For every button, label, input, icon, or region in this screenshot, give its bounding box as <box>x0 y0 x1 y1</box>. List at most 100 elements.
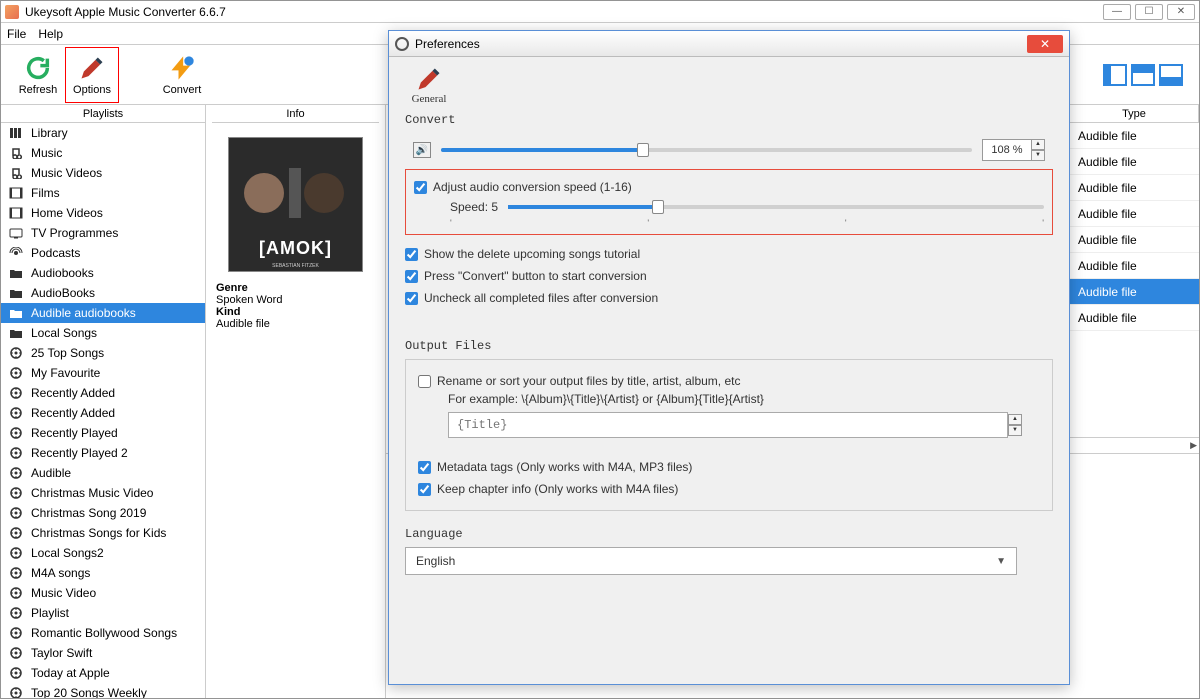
sidebar-item-label: Romantic Bollywood Songs <box>31 626 177 640</box>
table-row[interactable]: Audible file <box>1070 253 1199 279</box>
preferences-close-button[interactable]: ✕ <box>1027 35 1063 53</box>
sidebar-item-label: Music <box>31 146 62 160</box>
gear-icon <box>9 427 23 439</box>
sidebar-item[interactable]: Recently Played <box>1 423 205 443</box>
volume-percentage[interactable]: 108 % <box>982 139 1032 161</box>
gear-icon <box>9 407 23 419</box>
sidebar-item[interactable]: Romantic Bollywood Songs <box>1 623 205 643</box>
sidebar-item[interactable]: Music Videos <box>1 163 205 183</box>
table-row[interactable]: Audible file <box>1070 305 1199 331</box>
table-row[interactable]: Audible file <box>1070 227 1199 253</box>
scroll-right-icon[interactable]: ▶ <box>1190 440 1197 451</box>
sidebar-item[interactable]: Music Video <box>1 583 205 603</box>
press-convert-checkbox[interactable] <box>405 270 418 283</box>
options-button[interactable]: Options <box>65 47 119 103</box>
uncheck-completed-checkbox[interactable] <box>405 292 418 305</box>
table-row[interactable]: Audible file <box>1070 279 1199 305</box>
table-header: Type <box>1070 105 1199 123</box>
menu-help[interactable]: Help <box>38 27 63 41</box>
sidebar-item[interactable]: My Favourite <box>1 363 205 383</box>
gear-icon <box>9 647 23 659</box>
maximize-button[interactable]: ☐ <box>1135 4 1163 20</box>
keep-chapter-label: Keep chapter info (Only works with M4A f… <box>437 482 678 496</box>
volume-spinner[interactable]: ▲▼ <box>1031 139 1045 161</box>
sidebar-item[interactable]: Recently Played 2 <box>1 443 205 463</box>
sidebar-item[interactable]: Audible <box>1 463 205 483</box>
sidebar-item[interactable]: Taylor Swift <box>1 643 205 663</box>
sidebar-item[interactable]: AudioBooks <box>1 283 205 303</box>
speed-highlight-box: Adjust audio conversion speed (1-16) Spe… <box>405 169 1053 235</box>
menu-file[interactable]: File <box>7 27 26 41</box>
language-label: Language <box>405 527 1053 541</box>
type-cell: Audible file <box>1070 181 1199 195</box>
album-art: [AMOK] SEBASTIAN FITZEK <box>228 137 363 272</box>
rename-checkbox[interactable] <box>418 375 431 388</box>
rename-spinner[interactable]: ▲▼ <box>1008 414 1022 436</box>
sidebar-item[interactable]: Films <box>1 183 205 203</box>
metadata-tags-checkbox[interactable] <box>418 461 431 474</box>
sidebar-item-label: Home Videos <box>31 206 103 220</box>
gear-icon <box>9 527 23 539</box>
type-row-list: Audible fileAudible fileAudible fileAudi… <box>1070 123 1199 331</box>
sidebar-item[interactable]: Top 20 Songs Weekly <box>1 683 205 698</box>
books-icon <box>9 127 23 139</box>
sidebar-item-label: TV Programmes <box>31 226 118 240</box>
sidebar-item-label: Playlist <box>31 606 69 620</box>
sidebar-item[interactable]: Today at Apple <box>1 663 205 683</box>
sidebar-item[interactable]: M4A songs <box>1 563 205 583</box>
sidebar-item[interactable]: Recently Added <box>1 383 205 403</box>
sidebar-item[interactable]: Music <box>1 143 205 163</box>
app-icon <box>5 5 19 19</box>
adjust-speed-checkbox[interactable] <box>414 181 427 194</box>
rename-pattern-input[interactable] <box>448 412 1008 438</box>
options-icon <box>77 54 107 82</box>
sidebar-item[interactable]: Christmas Song 2019 <box>1 503 205 523</box>
volume-slider[interactable] <box>441 148 972 152</box>
table-row[interactable]: Audible file <box>1070 201 1199 227</box>
sidebar-list[interactable]: Library Music Music VideosFilms Home Videos… <box>1 123 205 698</box>
gear-icon <box>9 587 23 599</box>
language-select[interactable]: English ▼ <box>405 547 1017 575</box>
sidebar-item[interactable]: Home Videos <box>1 203 205 223</box>
note-icon <box>9 167 23 179</box>
sidebar-item[interactable]: Playlist <box>1 603 205 623</box>
close-button[interactable]: ✕ <box>1167 4 1195 20</box>
sidebar-item[interactable]: Recently Added <box>1 403 205 423</box>
sidebar-item[interactable]: TV Programmes <box>1 223 205 243</box>
info-header: Info <box>212 105 379 123</box>
keep-chapter-checkbox[interactable] <box>418 483 431 496</box>
layout-bottom-button[interactable] <box>1159 64 1183 86</box>
speed-slider[interactable] <box>508 205 1044 209</box>
sidebar-item[interactable]: 25 Top Songs <box>1 343 205 363</box>
gear-icon <box>9 507 23 519</box>
layout-left-button[interactable] <box>1103 64 1127 86</box>
refresh-button[interactable]: Refresh <box>11 47 65 103</box>
show-tutorial-checkbox[interactable] <box>405 248 418 261</box>
note-icon <box>9 147 23 159</box>
sidebar-item[interactable]: Christmas Songs for Kids <box>1 523 205 543</box>
layout-top-button[interactable] <box>1131 64 1155 86</box>
convert-button[interactable]: Convert <box>155 47 209 103</box>
table-row[interactable]: Audible file <box>1070 175 1199 201</box>
gear-icon <box>9 367 23 379</box>
show-tutorial-label: Show the delete upcoming songs tutorial <box>424 247 640 261</box>
table-row[interactable]: Audible file <box>1070 149 1199 175</box>
sidebar-item[interactable]: Podcasts <box>1 243 205 263</box>
table-row[interactable]: Audible file <box>1070 123 1199 149</box>
volume-icon[interactable]: 🔊 <box>413 142 431 158</box>
minimize-button[interactable]: — <box>1103 4 1131 20</box>
sidebar-item[interactable]: Local Songs <box>1 323 205 343</box>
type-column-header[interactable]: Type <box>1070 105 1199 122</box>
sidebar-item-label: Local Songs <box>31 326 97 340</box>
chevron-down-icon: ▼ <box>996 556 1006 567</box>
general-tab[interactable]: General <box>405 65 453 105</box>
rename-example: For example: \{Album}\{Title}\{Artist} o… <box>418 392 1040 406</box>
sidebar-item[interactable]: Library <box>1 123 205 143</box>
gear-icon <box>9 667 23 679</box>
type-cell: Audible file <box>1070 207 1199 221</box>
sidebar-item[interactable]: Local Songs2 <box>1 543 205 563</box>
sidebar-item[interactable]: Audiobooks <box>1 263 205 283</box>
sidebar-item[interactable]: Christmas Music Video <box>1 483 205 503</box>
sidebar-item[interactable]: Audible audiobooks <box>1 303 205 323</box>
album-art-subtitle: SEBASTIAN FITZEK <box>229 263 362 269</box>
